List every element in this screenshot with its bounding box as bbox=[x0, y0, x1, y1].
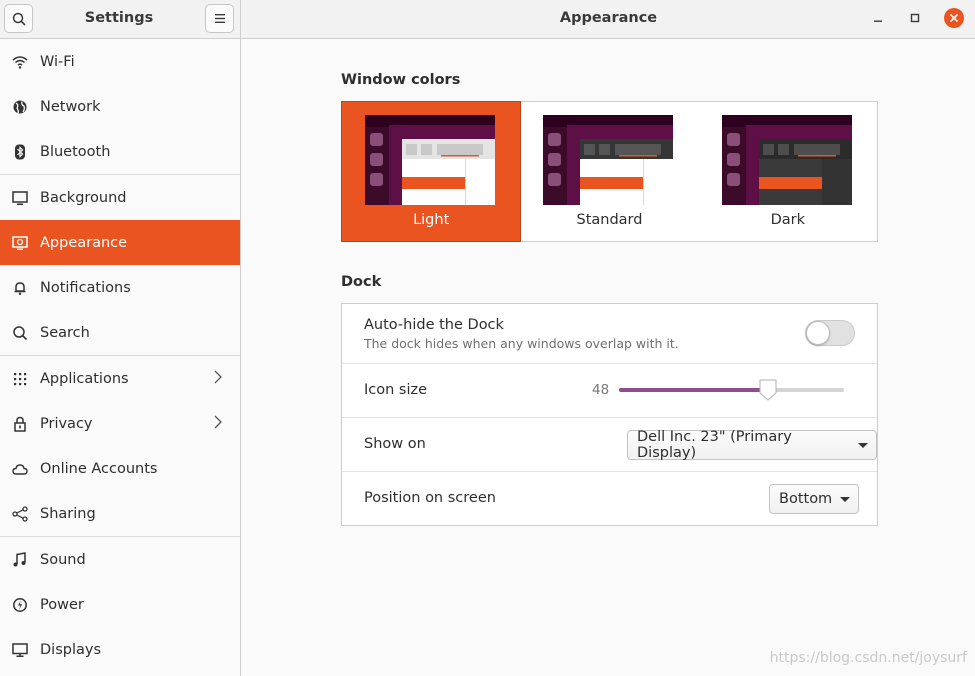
autohide-label: Auto-hide the Dock bbox=[364, 317, 504, 333]
sidebar-item-label: Online Accounts bbox=[40, 460, 158, 477]
dock-settings-list: Auto-hide the Dock The dock hides when a… bbox=[341, 303, 878, 526]
sidebar-item-search[interactable]: Search bbox=[0, 310, 240, 355]
dock-title: Dock bbox=[341, 274, 382, 290]
autohide-description: The dock hides when any windows overlap … bbox=[364, 336, 679, 351]
globe-icon bbox=[12, 99, 28, 115]
search-icon bbox=[12, 12, 26, 26]
hamburger-menu-icon bbox=[214, 14, 225, 23]
position-label: Position on screen bbox=[364, 490, 496, 506]
sidebar-item-label: Network bbox=[40, 98, 101, 115]
theme-label: Light bbox=[413, 212, 450, 228]
sidebar-item-sound[interactable]: Sound bbox=[0, 537, 240, 582]
main-panel: Window colors Light Standard Dark Dock A… bbox=[242, 40, 975, 676]
page-title: Appearance bbox=[559, 10, 658, 26]
sidebar-item-label: Privacy bbox=[40, 415, 93, 432]
bell-icon bbox=[12, 280, 28, 296]
display-icon bbox=[12, 642, 28, 658]
toggle-knob bbox=[806, 321, 830, 345]
dark-theme-preview bbox=[721, 115, 852, 205]
icon-size-label: Icon size bbox=[364, 382, 428, 398]
slider-fill bbox=[619, 388, 768, 392]
sidebar-item-label: Power bbox=[40, 596, 84, 613]
sidebar-item-wifi[interactable]: Wi-Fi bbox=[0, 39, 240, 84]
dropdown-arrow-icon bbox=[840, 496, 851, 502]
standard-theme-preview bbox=[543, 115, 674, 205]
sidebar-item-label: Wi-Fi bbox=[40, 53, 75, 70]
window-colors-selector: Light Standard Dark bbox=[340, 101, 878, 242]
search-button[interactable] bbox=[4, 4, 33, 33]
sidebar-item-network[interactable]: Network bbox=[0, 84, 240, 129]
sidebar-item-displays[interactable]: Displays bbox=[0, 627, 240, 672]
apps-grid-icon bbox=[12, 371, 28, 387]
sidebar-item-appearance[interactable]: Appearance bbox=[0, 220, 240, 265]
minimize-icon bbox=[874, 20, 882, 22]
share-icon bbox=[12, 505, 28, 522]
sidebar-item-label: Notifications bbox=[40, 279, 131, 296]
close-icon bbox=[949, 13, 959, 23]
watermark: https://blog.csdn.net/joysurf bbox=[769, 650, 967, 666]
search-icon bbox=[12, 325, 28, 341]
sidebar-item-online-accounts[interactable]: Online Accounts bbox=[0, 446, 240, 491]
music-note-icon bbox=[12, 551, 28, 568]
sidebar-item-label: Search bbox=[40, 324, 90, 341]
menu-button[interactable] bbox=[205, 4, 234, 33]
light-theme-preview bbox=[365, 115, 495, 205]
autohide-row: Auto-hide the Dock The dock hides when a… bbox=[342, 304, 877, 364]
sidebar-item-privacy[interactable]: Privacy bbox=[0, 401, 240, 446]
sidebar-item-sharing[interactable]: Sharing bbox=[0, 491, 240, 536]
icon-size-slider[interactable] bbox=[619, 379, 844, 401]
position-dropdown[interactable]: Bottom bbox=[769, 484, 860, 514]
theme-label: Dark bbox=[770, 212, 806, 228]
wifi-icon bbox=[12, 54, 28, 70]
header-bar: Settings Appearance bbox=[0, 0, 975, 39]
sidebar-item-label: Displays bbox=[40, 641, 102, 658]
dropdown-arrow-icon bbox=[858, 442, 868, 448]
appearance-icon bbox=[12, 235, 28, 251]
icon-size-row: Icon size 48 bbox=[342, 364, 877, 418]
theme-option-light[interactable]: Light bbox=[340, 101, 522, 242]
minimize-button[interactable] bbox=[869, 9, 887, 27]
sidebar-item-applications[interactable]: Applications bbox=[0, 356, 240, 401]
position-row: Position on screen Bottom bbox=[342, 472, 877, 526]
sidebar-item-notifications[interactable]: Notifications bbox=[0, 265, 240, 310]
sidebar: Wi-Fi Network Bluetooth Background Appea… bbox=[0, 39, 241, 676]
chevron-right-icon bbox=[214, 370, 222, 384]
theme-option-standard[interactable]: Standard bbox=[520, 102, 698, 241]
window-colors-title: Window colors bbox=[341, 72, 461, 88]
sidebar-header: Settings bbox=[0, 0, 241, 39]
sidebar-item-label: Sharing bbox=[40, 505, 96, 522]
sidebar-item-label: Applications bbox=[40, 370, 129, 387]
maximize-icon bbox=[910, 13, 920, 23]
sidebar-item-label: Appearance bbox=[40, 234, 128, 251]
bluetooth-icon bbox=[12, 144, 28, 160]
chevron-right-icon bbox=[214, 415, 222, 429]
power-icon bbox=[12, 597, 28, 613]
slider-handle[interactable] bbox=[758, 378, 778, 402]
close-button[interactable] bbox=[944, 8, 964, 28]
sidebar-item-power[interactable]: Power bbox=[0, 582, 240, 627]
sidebar-title: Settings bbox=[84, 10, 154, 26]
show-on-value: Dell Inc. 23" (Primary Display) bbox=[637, 429, 792, 461]
sidebar-item-bluetooth[interactable]: Bluetooth bbox=[0, 129, 240, 174]
icon-size-value: 48 bbox=[592, 382, 610, 398]
sidebar-item-label: Background bbox=[40, 189, 127, 206]
show-on-label: Show on bbox=[364, 436, 426, 452]
monitor-icon bbox=[12, 190, 28, 206]
sidebar-item-label: Sound bbox=[40, 551, 86, 568]
show-on-row: Show on Dell Inc. 23" (Primary Display) bbox=[342, 418, 877, 472]
maximize-button[interactable] bbox=[906, 9, 924, 27]
theme-label: Standard bbox=[576, 212, 643, 228]
sidebar-item-label: Bluetooth bbox=[40, 143, 111, 160]
theme-option-dark[interactable]: Dark bbox=[699, 102, 877, 241]
autohide-toggle[interactable] bbox=[805, 320, 855, 346]
cloud-icon bbox=[12, 461, 28, 477]
show-on-dropdown[interactable]: Dell Inc. 23" (Primary Display) bbox=[627, 429, 877, 461]
sidebar-item-background[interactable]: Background bbox=[0, 175, 240, 220]
position-value: Bottom bbox=[779, 491, 833, 507]
lock-icon bbox=[12, 416, 28, 432]
